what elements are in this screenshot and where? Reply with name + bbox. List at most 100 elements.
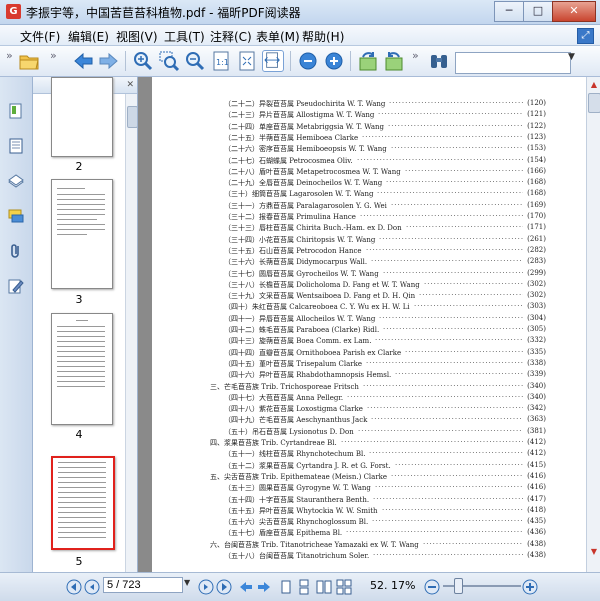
toc-entry[interactable]: （四十一）异唇苣苔属 Allocheilos W. T. Wang ·······… [152,314,586,325]
facing-view-icon[interactable] [316,579,332,595]
toc-entry[interactable]: （二十四）单座苣苔属 Metabriggsia W. T. Wang ······… [152,122,586,133]
fit-width-icon[interactable] [262,50,284,72]
toc-entry[interactable]: 三、芒毛苣苔族 Trib. Trichosporeae Fritsch ·····… [152,382,586,393]
toc-entry[interactable]: （二十九）全唇苣苔属 Deinocheilos W. T. Wang ······… [152,178,586,189]
toc-entry[interactable]: （四十六）异叶苣苔属 Rhabdothamnopsis Hemsl. ······… [152,370,586,381]
restore-window-icon[interactable]: ⤢ [577,28,594,44]
signature-pen-icon[interactable] [7,277,25,295]
toc-entry[interactable]: （四十四）直瓣苣苔属 Ornithoboea Parish ex Clarke ·… [152,348,586,359]
scroll-up-arrow-icon[interactable]: ▲ [589,80,599,90]
first-page-icon[interactable] [66,579,82,595]
toc-entry[interactable]: 四、浆果苣苔族 Trib. Cyrtandreae Bl. ···········… [152,438,586,449]
toc-entry[interactable]: （五十八）台闽苣苔属 Titanotrichum Soler. ·········… [152,551,586,562]
zoom-region-icon[interactable] [158,50,180,72]
toc-entry[interactable]: （四十八）紫花苣苔属 Loxostigma Clarke ············… [152,404,586,415]
toc-entry[interactable]: （四十二）蛛毛苣苔属 Paraboea (Clarke) Ridl. ······… [152,325,586,336]
back-arrow-icon[interactable] [72,50,94,72]
menu-edit[interactable]: 编辑(E) [68,28,109,45]
zoom-in-circle-icon[interactable] [522,579,538,595]
menu-form[interactable]: 表单(M) [256,28,300,45]
page-number-input[interactable] [103,577,183,593]
zoom-slider-handle[interactable] [454,578,463,594]
previous-page-icon[interactable] [84,579,100,595]
toc-entry[interactable]: （三十七）圆唇苣苔属 Gyrocheilos W. T. Wang ·······… [152,269,586,280]
document-scroll-thumb[interactable] [588,93,600,113]
toc-entry[interactable]: 六、台闽苣苔族 Trib. Titanotricheae Yamazaki ex… [152,540,586,551]
rotate-left-icon[interactable] [357,50,379,72]
toc-entry[interactable]: （三十八）长檐苣苔属 Dolicholoma D. Fang et W. T. … [152,280,586,291]
toc-entry[interactable]: （三十五）石山苣苔属 Petrocodon Hance ·············… [152,246,586,257]
go-forward-view-icon[interactable] [256,579,272,595]
document-viewer[interactable]: （二十二）异裂苣苔属 Pseudochirita W. T. Wang ·····… [138,77,586,572]
thumbnail-scroll-thumb[interactable] [127,106,137,128]
toc-entry[interactable]: （四十三）旋蒴苣苔属 Boea Comm. ex Lam. ···········… [152,336,586,347]
toc-entry[interactable]: （五十）吊石苣苔属 Lysionotus D. Don ·············… [152,427,586,438]
continuous-view-icon[interactable] [296,579,312,595]
minimize-button[interactable]: ─ [494,1,524,22]
rotate-right-icon[interactable] [383,50,405,72]
toc-entry[interactable]: （四十）朱红苣苔属 Calcareoboea C. Y. Wu ex H. W.… [152,302,586,313]
menu-comment[interactable]: 注释(C) [210,28,252,45]
toc-entry[interactable]: （五十二）浆果苣苔属 Cyrtandra J. R. et G. Forst. ·… [152,461,586,472]
comments-icon[interactable] [7,207,25,225]
toc-entry[interactable]: （二十五）半蒴苣苔属 Hemiboea Clarke ··············… [152,133,586,144]
toc-entry[interactable]: （四十九）芒毛苣苔属 Aeschynanthus Jack ···········… [152,415,586,426]
panel-close-icon[interactable]: ✕ [126,77,134,93]
toc-entry[interactable]: （二十八）盾叶苣苔属 Metapetrocosmea W. T. Wang ···… [152,167,586,178]
open-folder-icon[interactable] [18,50,40,72]
zoom-in-icon[interactable] [132,50,154,72]
zoom-out-icon[interactable] [184,50,206,72]
zoom-out-circle-icon[interactable] [424,579,440,595]
toc-entry[interactable]: （三十九）文采苣苔属 Wentsaiboea D. Fang et D. H. … [152,291,586,302]
menu-help[interactable]: 帮助(H) [302,28,344,45]
toc-entry[interactable]: （二十三）异片苣苔属 Allostigma W. T. Wang ········… [152,110,586,121]
toc-entry[interactable]: （四十七）大苞苣苔属 Anna Pellegr. ················… [152,393,586,404]
toc-entry[interactable]: （三十二）报春苣苔属 Primulina Hance ··············… [152,212,586,223]
thumbnail-scrollbar[interactable] [125,94,137,572]
toc-entry[interactable]: （五十七）盾座苣苔属 Epithema Bl. ·················… [152,528,586,539]
menu-tools[interactable]: 工具(T) [164,28,205,45]
page-thumbnail-2[interactable] [51,77,113,157]
search-dropdown-icon[interactable]: ▼ [568,52,575,62]
toc-entry[interactable]: （四十五）堇叶苣苔属 Trisepalum Clarke ············… [152,359,586,370]
toc-entry[interactable]: （五十四）十字苣苔属 Stauranthera Benth. ··········… [152,495,586,506]
toc-entry[interactable]: （五十三）圆果苣苔属 Gyrogyne W. T. Wang ··········… [152,483,586,494]
go-back-view-icon[interactable] [238,579,254,595]
menu-file[interactable]: 文件(F) [20,28,60,45]
scroll-down-arrow-icon[interactable]: ▼ [589,547,599,557]
continuous-facing-view-icon[interactable] [336,579,352,595]
last-page-icon[interactable] [216,579,232,595]
toc-entry[interactable]: （二十二）异裂苣苔属 Pseudochirita W. T. Wang ·····… [152,99,586,110]
toc-entry[interactable]: （三十四）小花苣苔属 Chiritopsis W. T. Wang ·······… [152,235,586,246]
document-scrollbar[interactable]: ▲ ▼ [586,77,600,572]
single-page-view-icon[interactable] [278,579,294,595]
page-thumbnail-5-selected[interactable] [51,456,115,550]
pages-thumbnail-icon[interactable] [7,137,25,155]
toc-entry[interactable]: （二十六）密序苣苔属 Hemiboeopsis W. T. Wang ······… [152,144,586,155]
toc-entry[interactable]: （五十一）线柱苣苔属 Rhynchotechum Bl. ············… [152,449,586,460]
forward-arrow-icon[interactable] [98,50,120,72]
attachment-clip-icon[interactable] [7,242,25,260]
toc-entry[interactable]: （三十一）方鼎苣苔属 Paralagarosolen Y. G. Wei ····… [152,201,586,212]
layers-icon[interactable] [7,172,25,190]
toc-entry[interactable]: （二十七）石蝴蝶属 Petrocosmea Oliv. ·············… [152,156,586,167]
search-input[interactable] [455,52,571,74]
page-thumbnail-4[interactable] [51,313,113,425]
menu-view[interactable]: 视图(V) [116,28,158,45]
page-thumbnail-3[interactable] [51,179,113,289]
next-page-icon[interactable] [198,579,214,595]
zoom-minus-icon[interactable] [297,50,319,72]
toc-entry[interactable]: （三十）细筒苣苔属 Lagarosolen W. T. Wang ········… [152,189,586,200]
page-dropdown-icon[interactable]: ▼ [184,578,190,587]
binoculars-search-icon[interactable] [428,50,450,72]
toc-entry[interactable]: （五十六）尖舌苣苔属 Rhynchoglossum Bl. ···········… [152,517,586,528]
maximize-button[interactable]: □ [523,1,553,22]
actual-size-icon[interactable]: 1:1 [210,50,232,72]
toc-entry[interactable]: （三十三）唇柱苣苔属 Chirita Buch.-Ham. ex D. Don ·… [152,223,586,234]
fit-page-icon[interactable] [236,50,258,72]
close-button[interactable]: ✕ [552,1,596,22]
zoom-plus-icon[interactable] [323,50,345,72]
toc-entry[interactable]: （五十五）异叶苣苔属 Whytockia W. W. Smith ········… [152,506,586,517]
toc-entry[interactable]: 五、尖舌苣苔族 Trib. Epithemateae (Meisn.) Clar… [152,472,586,483]
zoom-level[interactable]: 52. 17% [370,579,415,592]
